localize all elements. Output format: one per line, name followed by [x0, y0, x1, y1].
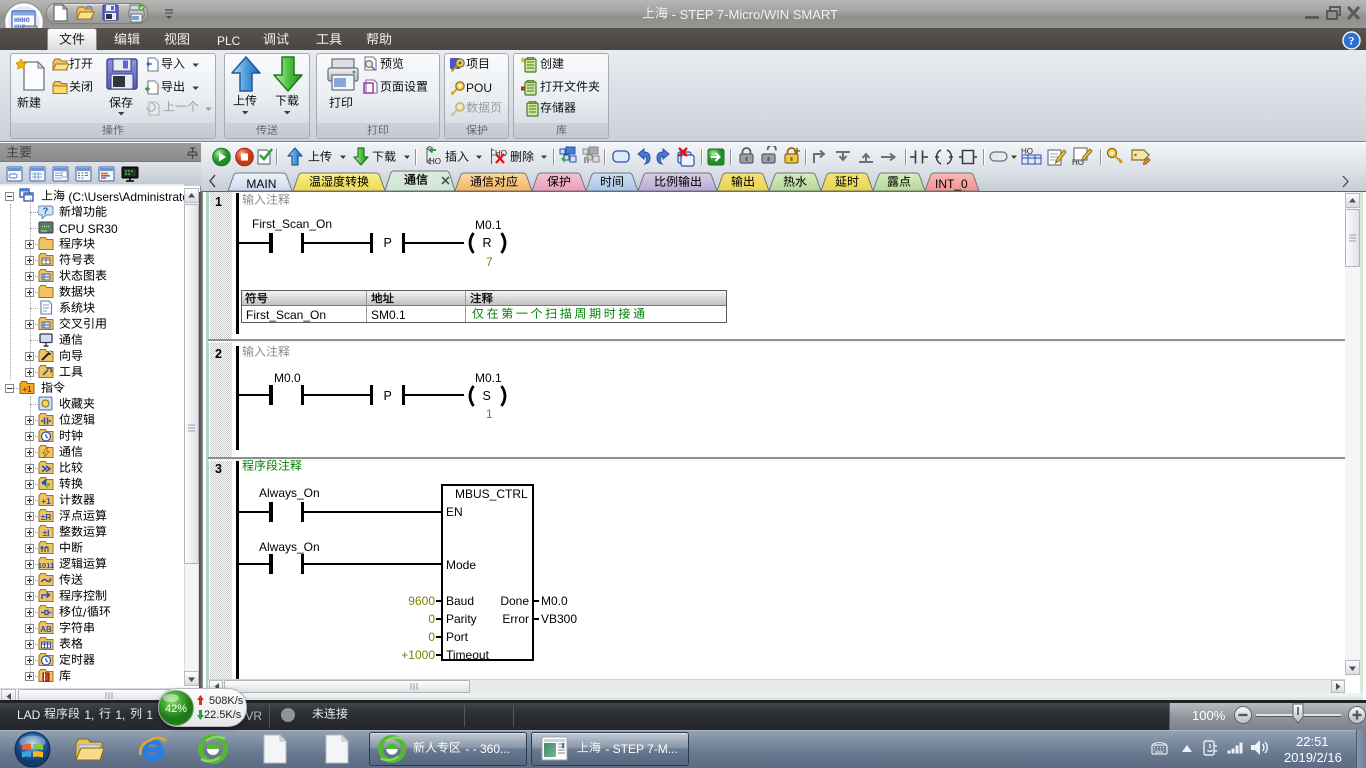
svg-text:42%: 42% [165, 703, 187, 715]
svg-text:±I: ±I [42, 528, 49, 538]
svg-text:AB: AB [40, 625, 52, 634]
svg-text:±R: ±R [41, 512, 52, 522]
svg-text:?: ? [43, 206, 49, 216]
svg-text:1011: 1011 [38, 561, 54, 570]
svg-text:+1: +1 [22, 385, 32, 394]
svg-text:+1: +1 [41, 496, 51, 506]
